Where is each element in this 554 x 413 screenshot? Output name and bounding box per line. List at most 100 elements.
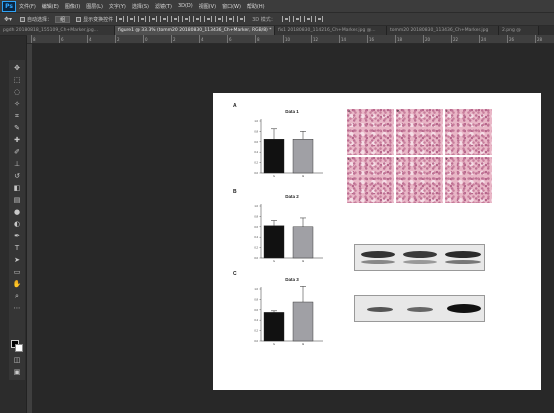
menu-select[interactable]: 选择(S) (132, 3, 149, 10)
y-tick-label: 0.8 (254, 129, 258, 133)
y-tick-label: 0.4 (254, 150, 258, 154)
menu-filter[interactable]: 滤镜(T) (155, 3, 172, 10)
magic-wand-tool-icon[interactable]: ✧ (12, 100, 22, 108)
chart-title: Data 3 (285, 277, 299, 282)
distribute-hcenter-icon[interactable] (226, 16, 235, 22)
path-selection-tool-icon[interactable]: ➤ (12, 256, 22, 264)
x-tick-label: tv (273, 342, 276, 346)
hand-tool-icon[interactable]: ✋ (12, 280, 22, 288)
ruler-tick: 28 (535, 35, 543, 43)
document-page[interactable]: A B C Data 1 0.0 0.2 0.4 0.6 0.8 1.0 tv tk Data … (213, 93, 541, 390)
screen-mode-icon[interactable]: ▣ (12, 368, 22, 376)
y-tick-label: 1.0 (254, 119, 258, 123)
auto-select-dropdown[interactable]: 组 (55, 15, 71, 23)
pen-tool-icon[interactable]: ✒ (12, 232, 22, 240)
menu-layer[interactable]: 图层(L) (86, 3, 103, 10)
y-tick-label: 0.6 (254, 140, 258, 144)
x-tick-label: tk (302, 174, 305, 178)
bar-chart-data3: Data 3 0.0 0.2 0.4 0.6 0.8 1.0 tv tk (254, 277, 323, 346)
align-vcenter-icon[interactable] (127, 16, 136, 22)
ruler-tick: 6 (59, 35, 64, 43)
show-transform-label: 显示变换控件 (83, 16, 114, 23)
tools-panel: ✥ ⬚ ◌ ✧ ⌗ ✎ ✚ ✐ ⊥ ↺ ◧ ▤ ● ◐ ✒ T ➤ ▭ ✋ ⌕ … (0, 36, 27, 413)
ruler-tick: 26 (507, 35, 515, 43)
blot-band (445, 260, 481, 264)
rectangle-tool-icon[interactable]: ▭ (12, 268, 22, 276)
menu-image[interactable]: 图像(I) (65, 3, 80, 10)
western-blot-2 (354, 295, 485, 322)
lasso-tool-icon[interactable]: ◌ (12, 88, 22, 96)
3d-pan-icon[interactable] (303, 16, 312, 22)
y-tick-label: 0.8 (254, 297, 258, 301)
3d-roll-icon[interactable] (292, 16, 301, 22)
blur-tool-icon[interactable]: ● (12, 208, 22, 216)
histology-label-d: D (348, 157, 351, 161)
distribute-left-icon[interactable] (215, 16, 224, 22)
tab-fis1[interactable]: fis1 20180830_114216_Ch+Marker.jpg @... (275, 26, 387, 35)
canvas-area[interactable]: A B C Data 1 0.0 0.2 0.4 0.6 0.8 1.0 tv tk Data … (32, 44, 554, 413)
menu-view[interactable]: 视图(V) (199, 3, 216, 10)
align-hcenter-icon[interactable] (160, 16, 169, 22)
align-right-icon[interactable] (171, 16, 180, 22)
menu-bar: Ps 文件(F) 编辑(E) 图像(I) 图层(L) 文字(Y) 选择(S) 滤… (0, 0, 554, 12)
tab-2png[interactable]: 2.png @ (499, 26, 539, 35)
auto-select-label: 自动选择： (27, 16, 53, 23)
more-tools-icon[interactable]: ⋯ (12, 304, 22, 312)
move-tool-icon[interactable]: ✥ (12, 64, 22, 72)
dodge-tool-icon[interactable]: ◐ (12, 220, 22, 228)
3d-rotate-icon[interactable] (281, 16, 290, 22)
ruler-tick: 20 (423, 35, 431, 43)
align-left-icon[interactable] (149, 16, 158, 22)
type-tool-icon[interactable]: T (12, 244, 22, 252)
background-color-swatch[interactable] (15, 344, 23, 352)
clone-stamp-tool-icon[interactable]: ⊥ (12, 160, 22, 168)
tab-pgdh[interactable]: pgdh 20180818_155109_Ch+Marker.jpg... (0, 26, 115, 35)
crop-tool-icon[interactable]: ⌗ (12, 112, 22, 120)
distribute-bottom-icon[interactable] (204, 16, 213, 22)
tab-figure1[interactable]: figure1 @ 33.3% (tomm20 20180830_113436_… (115, 26, 275, 35)
distribute-vcenter-icon[interactable] (193, 16, 202, 22)
ruler-tick: 8 (255, 35, 260, 43)
show-transform-checkbox[interactable] (76, 16, 82, 22)
menu-help[interactable]: 帮助(H) (247, 3, 265, 10)
histology-image-d: D (347, 157, 394, 203)
brush-tool-icon[interactable]: ✐ (12, 148, 22, 156)
3d-slide-icon[interactable] (314, 16, 323, 22)
menu-window[interactable]: 窗口(W) (222, 3, 241, 10)
tab-tomm20[interactable]: tomm20 20180830_113436_Ch+Marker.jpg (387, 26, 499, 35)
blot-band (445, 251, 481, 258)
y-tick-label: 0.2 (254, 246, 258, 250)
western-blot-1 (354, 244, 485, 271)
bar-tv (263, 139, 285, 174)
align-top-icon[interactable] (116, 16, 125, 22)
histology-label-b: B (397, 109, 400, 113)
quick-mask-icon[interactable]: ◫ (12, 356, 22, 364)
menu-edit[interactable]: 编辑(E) (42, 3, 59, 10)
y-tick-label: 0.6 (254, 308, 258, 312)
ruler-tick: 18 (395, 35, 403, 43)
options-bar: ✥▾ 自动选择： 组 显示变换控件 3D 模式： (0, 12, 554, 26)
blot-band (361, 251, 395, 258)
y-tick-label: 0.4 (254, 235, 258, 239)
distribute-right-icon[interactable] (237, 16, 246, 22)
move-tool-icon[interactable]: ✥▾ (4, 16, 12, 23)
auto-select-checkbox[interactable] (20, 16, 26, 22)
menu-3d[interactable]: 3D(D) (178, 3, 193, 9)
eraser-tool-icon[interactable]: ◧ (12, 184, 22, 192)
menu-type[interactable]: 文字(Y) (109, 3, 126, 10)
histology-image-grid: A B C D E F (347, 109, 493, 203)
zoom-tool-icon[interactable]: ⌕ (12, 292, 22, 300)
align-bottom-icon[interactable] (138, 16, 147, 22)
gradient-tool-icon[interactable]: ▤ (12, 196, 22, 204)
document-tabs: pgdh 20180818_155109_Ch+Marker.jpg... fi… (0, 26, 554, 35)
distribute-top-icon[interactable] (182, 16, 191, 22)
y-tick-label: 0.2 (254, 161, 258, 165)
ruler-tick: 16 (367, 35, 375, 43)
histology-image-c: C (445, 109, 492, 155)
healing-brush-tool-icon[interactable]: ✚ (12, 136, 22, 144)
ruler-tick: 0 (143, 35, 148, 43)
menu-file[interactable]: 文件(F) (19, 3, 36, 10)
eyedropper-tool-icon[interactable]: ✎ (12, 124, 22, 132)
marquee-tool-icon[interactable]: ⬚ (12, 76, 22, 84)
history-brush-tool-icon[interactable]: ↺ (12, 172, 22, 180)
